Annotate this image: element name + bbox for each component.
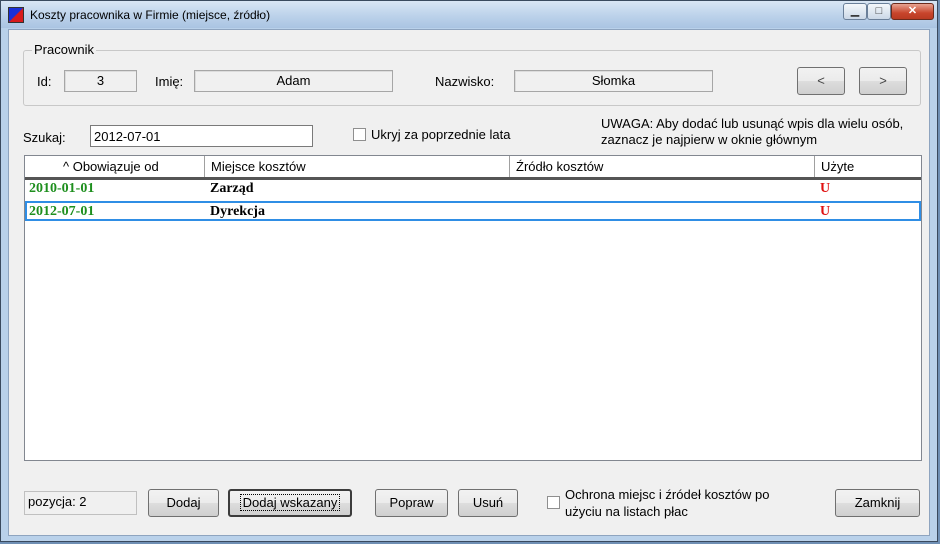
app-icon <box>8 7 24 23</box>
delete-button[interactable]: Usuń <box>458 489 518 517</box>
protect-costs-label-line-1: Ochrona miejsc i źródeł kosztów po <box>565 487 770 502</box>
position-indicator: pozycja: 2 <box>24 491 137 515</box>
last-name-field: Słomka <box>514 70 713 92</box>
first-name-field: Adam <box>194 70 393 92</box>
notice-line-1: UWAGA: Aby dodać lub usunąć wpis dla wie… <box>601 116 904 131</box>
column-header-used[interactable]: Użyte <box>815 156 921 178</box>
maximize-button[interactable]: □ <box>867 3 891 20</box>
employee-group-label: Pracownik <box>32 42 96 57</box>
hide-previous-years-label: Ukryj za poprzednie lata <box>371 127 511 142</box>
protect-costs-checkbox[interactable] <box>547 496 560 509</box>
cell-used: U <box>820 181 831 196</box>
column-header-cost-source[interactable]: Źródło kosztów <box>510 156 815 178</box>
add-selected-button-label: Dodaj wskazany <box>239 494 341 511</box>
close-window-button[interactable]: ✕ <box>891 3 934 20</box>
id-label: Id: <box>37 74 52 89</box>
last-name-label: Nazwisko: <box>435 74 495 89</box>
table-row[interactable]: 2010-01-01 Zarząd U <box>25 180 921 200</box>
search-input[interactable] <box>90 125 313 147</box>
next-employee-button[interactable]: > <box>859 67 907 95</box>
hide-previous-years-checkbox[interactable] <box>353 128 366 141</box>
cell-cost-place: Zarząd <box>210 181 254 196</box>
column-header-cost-place[interactable]: Miejsce kosztów <box>205 156 510 178</box>
dialog-client-area: Pracownik Id: 3 Imię: Adam Nazwisko: Sło… <box>8 29 930 536</box>
add-selected-button[interactable]: Dodaj wskazany <box>228 489 352 517</box>
window-title: Koszty pracownika w Firmie (miejsce, źró… <box>30 8 271 22</box>
cell-used: U <box>820 204 831 219</box>
previous-employee-button[interactable]: < <box>797 67 845 95</box>
cell-valid-from: 2010-01-01 <box>29 181 95 196</box>
title-bar[interactable]: Koszty pracownika w Firmie (miejsce, źró… <box>1 1 937 28</box>
close-button[interactable]: Zamknij <box>835 489 920 517</box>
cell-cost-place: Dyrekcja <box>210 204 265 219</box>
employee-group: Pracownik Id: 3 Imię: Adam Nazwisko: Sło… <box>23 42 921 106</box>
cost-assignments-table: ^ Obowiązuje od Miejsce kosztów Źródło k… <box>24 155 922 461</box>
app-window: Koszty pracownika w Firmie (miejsce, źró… <box>0 0 938 542</box>
first-name-label: Imię: <box>155 74 184 89</box>
protect-costs-label-line-2: użyciu na listach płac <box>565 504 688 519</box>
add-button[interactable]: Dodaj <box>148 489 219 517</box>
minimize-button[interactable]: ▁ <box>843 3 867 20</box>
notice-line-2: zaznacz je najpierw w oknie głównym <box>601 132 818 147</box>
search-label: Szukaj: <box>23 130 66 145</box>
table-row-selected[interactable]: 2012-07-01 Dyrekcja U <box>25 201 921 221</box>
edit-button[interactable]: Popraw <box>375 489 448 517</box>
cell-valid-from: 2012-07-01 <box>29 204 95 219</box>
id-field: 3 <box>64 70 137 92</box>
column-header-valid-from[interactable]: ^ Obowiązuje od <box>25 156 205 178</box>
